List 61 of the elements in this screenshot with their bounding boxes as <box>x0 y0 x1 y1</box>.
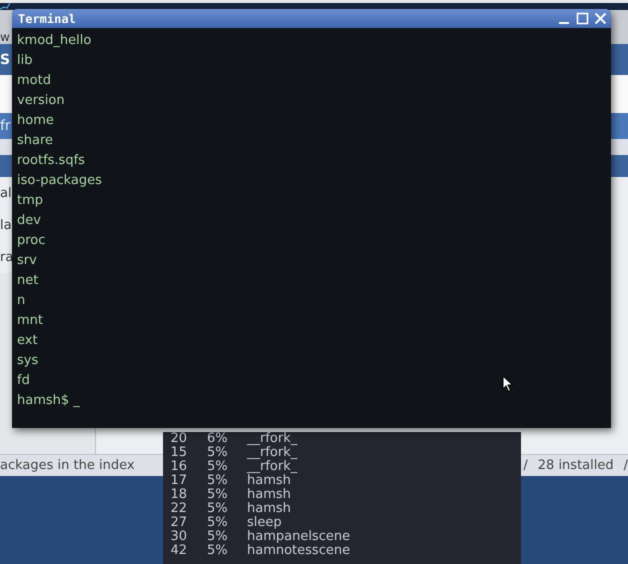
terminal-line: ext <box>17 333 38 348</box>
terminal-line: mnt <box>17 313 43 328</box>
terminal-line: share <box>17 133 54 148</box>
terminal-line: proc <box>17 233 46 248</box>
terminal-line: dev <box>17 213 41 228</box>
cpu-text: 5% <box>207 460 229 474</box>
close-icon[interactable] <box>594 12 607 25</box>
maximize-icon[interactable] <box>576 12 589 25</box>
process-name: hamnotesscene <box>247 544 350 558</box>
process-name: sleep <box>247 516 282 530</box>
mouse-cursor-icon <box>502 375 514 393</box>
cpu-text: 5% <box>207 530 229 544</box>
terminal-line: net <box>17 273 38 288</box>
status-text: ackages in the index <box>0 458 135 473</box>
cpu-text: 5% <box>207 488 229 502</box>
list-item[interactable]: al <box>0 186 12 200</box>
cpu-text: 6% <box>207 432 229 446</box>
process-name: hamsh <box>247 502 291 516</box>
terminal-line: n <box>17 293 26 308</box>
status-separator: / <box>523 458 528 473</box>
window-title: w <box>0 30 10 44</box>
terminal-line: home <box>17 113 54 128</box>
terminal-line: motd <box>17 73 51 88</box>
terminal-line: lib <box>17 53 32 68</box>
terminal-line: kmod_hello <box>17 33 92 48</box>
terminal-prompt[interactable]: hamsh$ _ <box>17 393 80 408</box>
filter-label[interactable]: fr <box>0 118 11 134</box>
cpu-text: 5% <box>207 474 229 488</box>
header-title: S <box>0 52 10 68</box>
list-item[interactable]: ra <box>0 250 14 264</box>
pid-text: 22 <box>169 502 187 516</box>
pid-text: 30 <box>169 530 187 544</box>
terminal-line: sys <box>17 353 38 368</box>
terminal-line: tmp <box>17 193 44 208</box>
pid-text: 20 <box>169 432 187 446</box>
terminal-line: version <box>17 93 65 108</box>
pid-text: 15 <box>169 446 187 460</box>
terminal-line: fd <box>17 373 30 388</box>
window-title: Terminal <box>18 12 77 26</box>
pid-text: 16 <box>169 460 187 474</box>
pid-text: 17 <box>169 474 187 488</box>
chart-icon[interactable] <box>0 3 10 10</box>
cpu-text: 5% <box>207 446 229 460</box>
terminal-line: iso-packages <box>17 173 102 188</box>
process-name: hamsh <box>247 474 291 488</box>
status-separator: / <box>624 458 628 473</box>
terminal-line: rootfs.sqfs <box>17 153 85 168</box>
cpu-text: 5% <box>207 544 229 558</box>
list-item[interactable]: la <box>0 218 12 232</box>
process-name: __rfork_ <box>247 432 298 446</box>
terminal-line: srv <box>17 253 37 268</box>
pid-text: 27 <box>169 516 187 530</box>
process-name: hampanelscene <box>247 530 350 544</box>
process-name: __rfork_ <box>247 460 298 474</box>
pid-text: 18 <box>169 488 187 502</box>
pid-text: 42 <box>169 544 187 558</box>
cpu-text: 5% <box>207 516 229 530</box>
process-name: hamsh <box>247 488 291 502</box>
installed-count: 28 installed <box>538 458 614 473</box>
cpu-text: 5% <box>207 502 229 516</box>
process-name: __rfork_ <box>247 446 298 460</box>
